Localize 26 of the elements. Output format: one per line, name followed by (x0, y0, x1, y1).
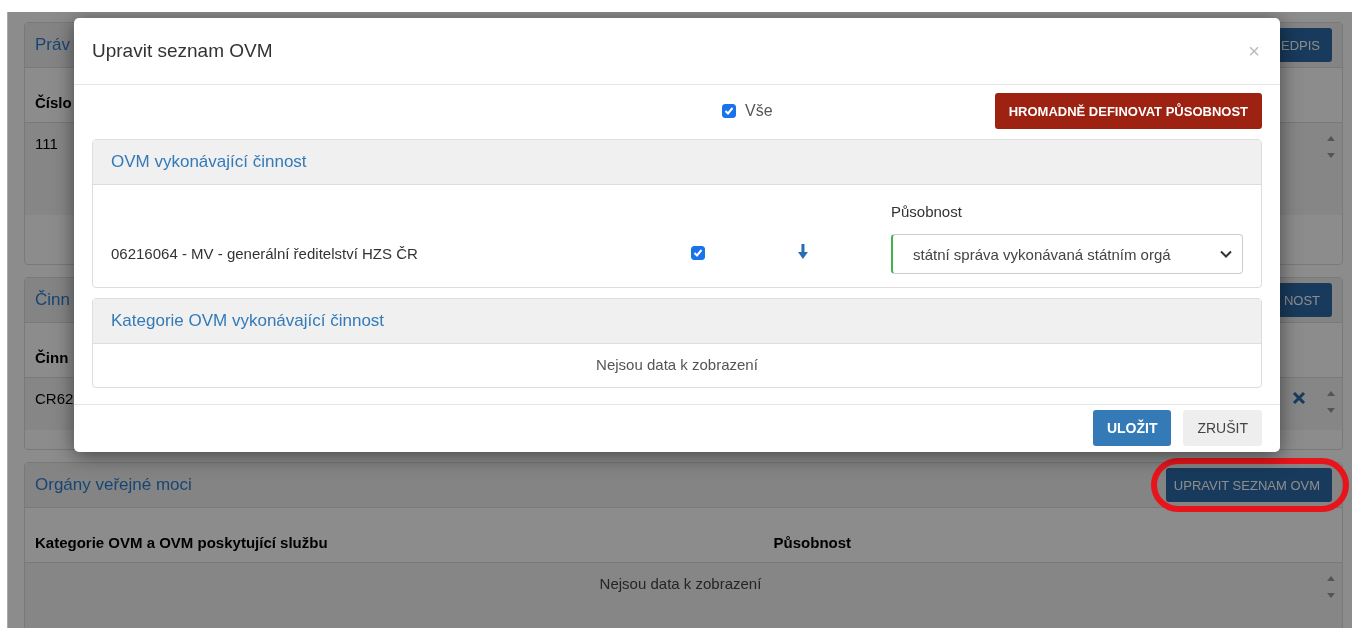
bulk-define-button[interactable]: HROMADNĚ DEFINOVAT PŮSOBNOST (994, 93, 1262, 129)
panel-title: Orgány veřejné moci (35, 475, 192, 495)
section-title: OVM vykonávající činnost (111, 152, 307, 172)
table-cell-text: 111 (35, 134, 59, 152)
column-header: Číslo (35, 93, 72, 111)
dialog-title: Upravit seznam OVM (92, 40, 273, 62)
chevron-down-icon (1220, 250, 1232, 258)
action-button[interactable]: UPRAVIT SEZNAM OVM (1165, 468, 1332, 502)
panel-title: Činn (35, 290, 70, 310)
field-label: Působnost (891, 203, 963, 220)
empty-message: Nejsou data k zobrazení (595, 355, 759, 375)
table-cell-text: CR62 (35, 389, 75, 407)
save-button[interactable]: ULOŽIT (1092, 410, 1172, 446)
column-header: Kategorie OVM a OVM poskytující službu (35, 533, 328, 551)
select-all-checkbox[interactable] (722, 104, 737, 118)
scope-select[interactable]: státní správa vykonávaná státním orgá (891, 234, 1243, 274)
column-header: Působnost (773, 533, 852, 551)
cancel-button[interactable]: ZRUŠIT (1183, 410, 1262, 446)
checkbox-label: Vše (745, 102, 773, 120)
empty-message: Nejsou data k zobrazení (598, 574, 763, 592)
section-title: Kategorie OVM vykonávající činnost (111, 311, 385, 331)
row-checkbox[interactable] (691, 246, 706, 260)
organization-name: 06216064 - MV - generální ředitelství HZS ČR (111, 245, 419, 264)
panel-title: Práv (35, 35, 70, 55)
arrow-down-icon (797, 244, 809, 260)
column-header: Činn (35, 348, 69, 366)
